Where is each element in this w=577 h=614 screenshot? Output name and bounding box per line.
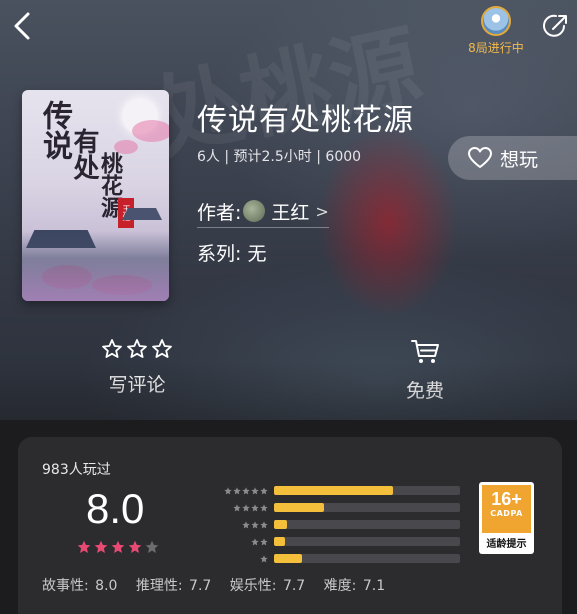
hero-section: 处桃源 8局进行中 传说 有处 桃花源 王红 传说有处桃花源 6人 | 预计2.…	[0, 0, 577, 420]
played-count: 983人玩过	[42, 462, 111, 478]
distribution-row	[206, 533, 460, 550]
ongoing-sessions-indicator[interactable]: 8局进行中	[458, 6, 534, 56]
small-star-icon	[260, 503, 268, 511]
small-star-icon	[251, 503, 259, 511]
age-rating-org: CADPA	[490, 509, 523, 518]
distribution-stars	[206, 486, 268, 495]
series-label: 系列:	[197, 243, 242, 265]
distribution-bar	[274, 520, 288, 529]
chevron-left-icon	[14, 12, 30, 40]
want-to-play-button[interactable]: 想玩	[448, 136, 577, 180]
distribution-row	[206, 550, 460, 567]
age-rating-badge[interactable]: 16+ CADPA 适龄提示	[479, 482, 534, 554]
small-star-icon	[260, 486, 268, 494]
star-filled-icon	[128, 540, 142, 553]
author-avatar	[243, 200, 266, 222]
heart-icon	[468, 147, 492, 168]
small-star-icon	[242, 486, 250, 494]
sub-score-difficulty: 难度: 7.1	[323, 578, 386, 594]
rating-distribution	[206, 482, 460, 567]
sub-score-reasoning: 推理性: 7.7	[135, 578, 212, 594]
game-cover-image[interactable]: 传说 有处 桃花源 王红	[22, 90, 169, 301]
series-info: 系列: 无	[197, 239, 266, 266]
distribution-bar	[274, 486, 394, 495]
chevron-right-icon: >	[315, 201, 329, 221]
want-to-play-label: 想玩	[500, 148, 539, 171]
rating-score: 8.0	[86, 485, 145, 532]
star-filled-icon	[111, 540, 125, 553]
distribution-track	[274, 537, 460, 546]
distribution-stars	[206, 537, 268, 546]
back-button[interactable]	[6, 6, 40, 46]
score-stars	[77, 540, 159, 554]
distribution-track	[274, 554, 460, 563]
small-star-icon	[260, 520, 268, 528]
share-icon	[543, 14, 567, 37]
distribution-track	[274, 520, 460, 529]
distribution-stars	[206, 554, 268, 563]
write-review-button[interactable]: 写评论	[72, 338, 202, 397]
rating-panel: 983人玩过 8.0 16+ CADPA 适龄提示 故事性: 8.0 推理性: …	[18, 437, 562, 614]
distribution-track	[274, 503, 460, 512]
price-label: 免费	[405, 380, 444, 402]
distribution-stars	[206, 503, 268, 512]
distribution-track	[274, 486, 460, 495]
distribution-bar	[274, 503, 325, 512]
small-star-icon	[251, 520, 259, 528]
small-star-icon	[251, 537, 259, 545]
small-star-icon	[224, 486, 232, 494]
cover-pavilion	[22, 231, 169, 301]
distribution-row	[206, 482, 460, 499]
age-rating-inner: 16+ CADPA	[482, 485, 531, 533]
distribution-row	[206, 499, 460, 516]
share-button[interactable]	[540, 10, 572, 42]
author-name: 王红	[271, 201, 310, 224]
avatar	[481, 6, 511, 36]
star-filled-icon	[77, 540, 91, 553]
age-rating-value: 16+	[491, 489, 522, 509]
author-link[interactable]: 作者: 王红 >	[197, 197, 329, 228]
ongoing-sessions-text: 8局进行中	[468, 41, 524, 55]
distribution-bar	[274, 537, 286, 546]
game-title: 传说有处桃花源	[197, 103, 414, 138]
age-rating-tip: 适龄提示	[486, 539, 527, 550]
small-star-icon	[260, 554, 268, 562]
star-empty-icon	[145, 540, 159, 553]
distribution-stars	[206, 520, 268, 529]
small-star-icon	[251, 486, 259, 494]
author-label: 作者:	[197, 201, 242, 224]
distribution-bar	[274, 554, 302, 563]
small-star-icon	[242, 520, 250, 528]
series-value: 无	[247, 243, 267, 265]
write-review-label: 写评论	[108, 374, 166, 396]
game-meta: 6人 | 预计2.5小时 | 6000	[197, 149, 362, 165]
cover-blossom	[132, 120, 169, 142]
star-filled-icon	[94, 540, 108, 553]
price-button[interactable]: 免费	[360, 338, 490, 403]
sub-scores: 故事性: 8.0 推理性: 7.7 娱乐性: 7.7 难度: 7.1	[42, 575, 397, 595]
rating-stars-icon	[102, 339, 172, 358]
small-star-icon	[233, 486, 241, 494]
cover-pavilion-roof	[122, 208, 162, 220]
sub-score-story: 故事性: 8.0	[42, 578, 118, 594]
small-star-icon	[242, 503, 250, 511]
distribution-row	[206, 516, 460, 533]
cart-icon	[411, 340, 439, 363]
small-star-icon	[260, 537, 268, 545]
small-star-icon	[233, 503, 241, 511]
sub-score-entertainment: 娱乐性: 7.7	[229, 578, 306, 594]
